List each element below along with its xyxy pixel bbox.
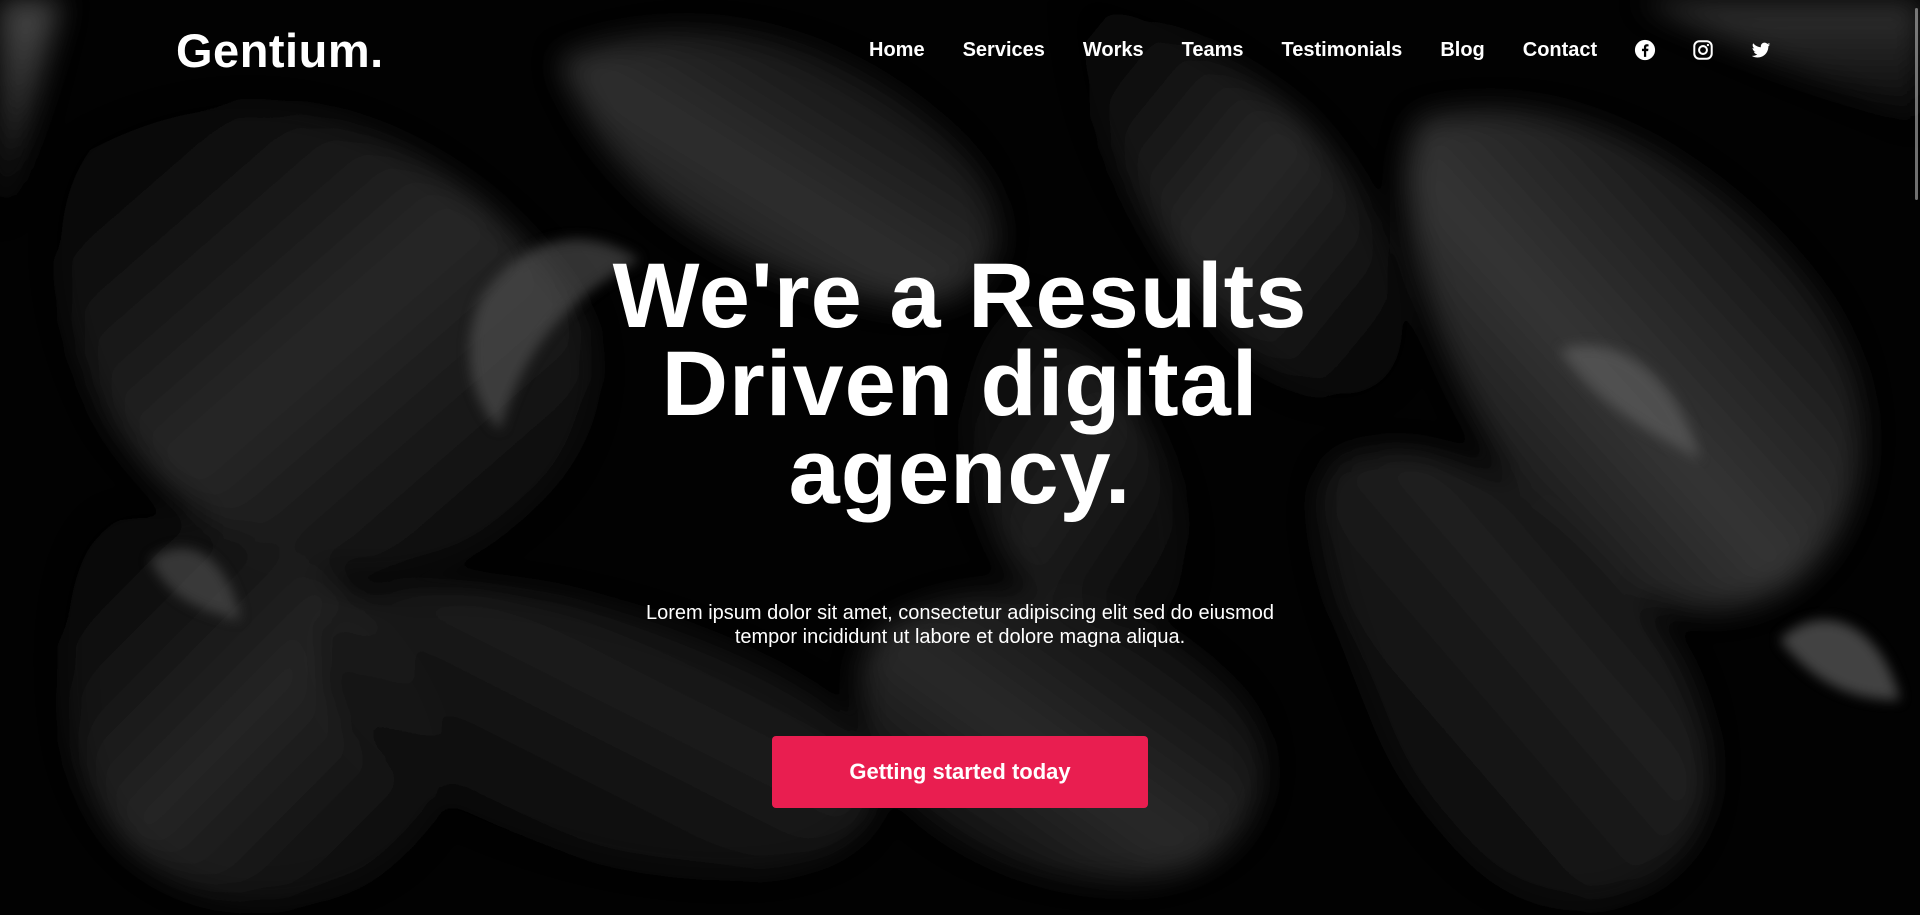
hero-title: We're a Results Driven digital agency. [612, 245, 1308, 523]
hero-section: We're a Results Driven digital agency. L… [0, 0, 1920, 915]
scrollbar-thumb[interactable] [1915, 8, 1918, 200]
hero-description: Lorem ipsum dolor sit amet, consectetur … [645, 602, 1275, 648]
getting-started-button[interactable]: Getting started today [772, 736, 1148, 808]
landing-page: Gentium. Home Services Works Teams Testi… [0, 0, 1920, 915]
